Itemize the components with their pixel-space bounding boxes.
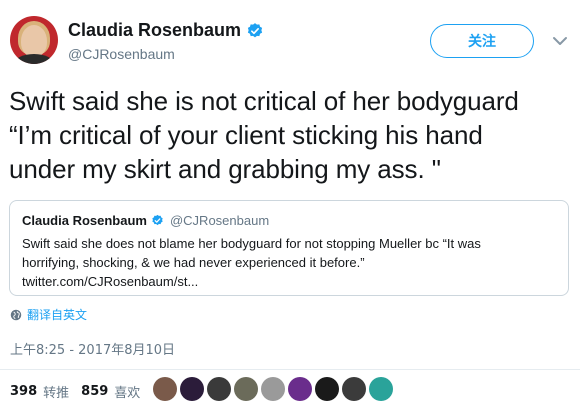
retweet-label[interactable]: 转推 bbox=[43, 382, 69, 401]
quoted-tweet-text: Swift said she does not blame her bodygu… bbox=[22, 234, 562, 291]
quoted-author-handle: @CJRosenbaum bbox=[169, 213, 270, 228]
quoted-author-name: Claudia Rosenbaum bbox=[22, 213, 147, 228]
follow-button[interactable]: 关注 bbox=[430, 24, 534, 58]
verified-badge-icon bbox=[152, 214, 163, 226]
liker-avatar[interactable] bbox=[261, 377, 285, 401]
tweet-line: “I’m critical of your client sticking hi… bbox=[9, 120, 483, 150]
liker-avatar[interactable] bbox=[153, 377, 177, 401]
liker-avatar[interactable] bbox=[180, 377, 204, 401]
author-name-row: Claudia Rosenbaum bbox=[68, 20, 264, 41]
like-count[interactable]: 859 bbox=[81, 384, 108, 399]
chevron-down-icon[interactable] bbox=[551, 32, 569, 50]
liker-avatars bbox=[153, 377, 393, 401]
quoted-author-row: Claudia Rosenbaum @CJRosenbaum bbox=[22, 213, 269, 228]
like-label[interactable]: 喜欢 bbox=[114, 382, 140, 401]
liker-avatar[interactable] bbox=[369, 377, 393, 401]
quoted-link[interactable]: twitter.com/CJRosenbaum/st... bbox=[22, 272, 562, 291]
liker-avatar[interactable] bbox=[234, 377, 258, 401]
liker-avatar[interactable] bbox=[315, 377, 339, 401]
author-avatar[interactable] bbox=[10, 16, 58, 64]
liker-avatar[interactable] bbox=[342, 377, 366, 401]
quoted-line: Swift said she does not blame her bodygu… bbox=[22, 236, 481, 251]
tweet-line: under my skirt and grabbing my ass. " bbox=[9, 154, 441, 184]
quoted-tweet[interactable]: Claudia Rosenbaum @CJRosenbaum Swift sai… bbox=[9, 200, 569, 296]
divider bbox=[0, 369, 580, 370]
translate-link[interactable]: 翻译自英文 bbox=[10, 306, 87, 323]
liker-avatar[interactable] bbox=[207, 377, 231, 401]
liker-avatar[interactable] bbox=[288, 377, 312, 401]
retweet-count[interactable]: 398 bbox=[10, 384, 37, 399]
globe-icon bbox=[10, 309, 22, 320]
translate-label[interactable]: 翻译自英文 bbox=[27, 306, 87, 323]
author-name[interactable]: Claudia Rosenbaum bbox=[68, 20, 241, 41]
tweet-line: Swift said she is not critical of her bo… bbox=[9, 86, 519, 116]
author-handle[interactable]: @CJRosenbaum bbox=[68, 46, 175, 62]
tweet-body: Swift said she is not critical of her bo… bbox=[9, 84, 575, 186]
quoted-line: horrifying, shocking, & we had never exp… bbox=[22, 255, 365, 270]
tweet-stats: 398 转推 859 喜欢 bbox=[10, 382, 146, 401]
verified-badge-icon bbox=[247, 22, 263, 37]
tweet-header: Claudia Rosenbaum @CJRosenbaum 关注 bbox=[8, 14, 572, 70]
tweet-timestamp[interactable]: 上午8:25 - 2017年8月10日 bbox=[10, 339, 175, 358]
